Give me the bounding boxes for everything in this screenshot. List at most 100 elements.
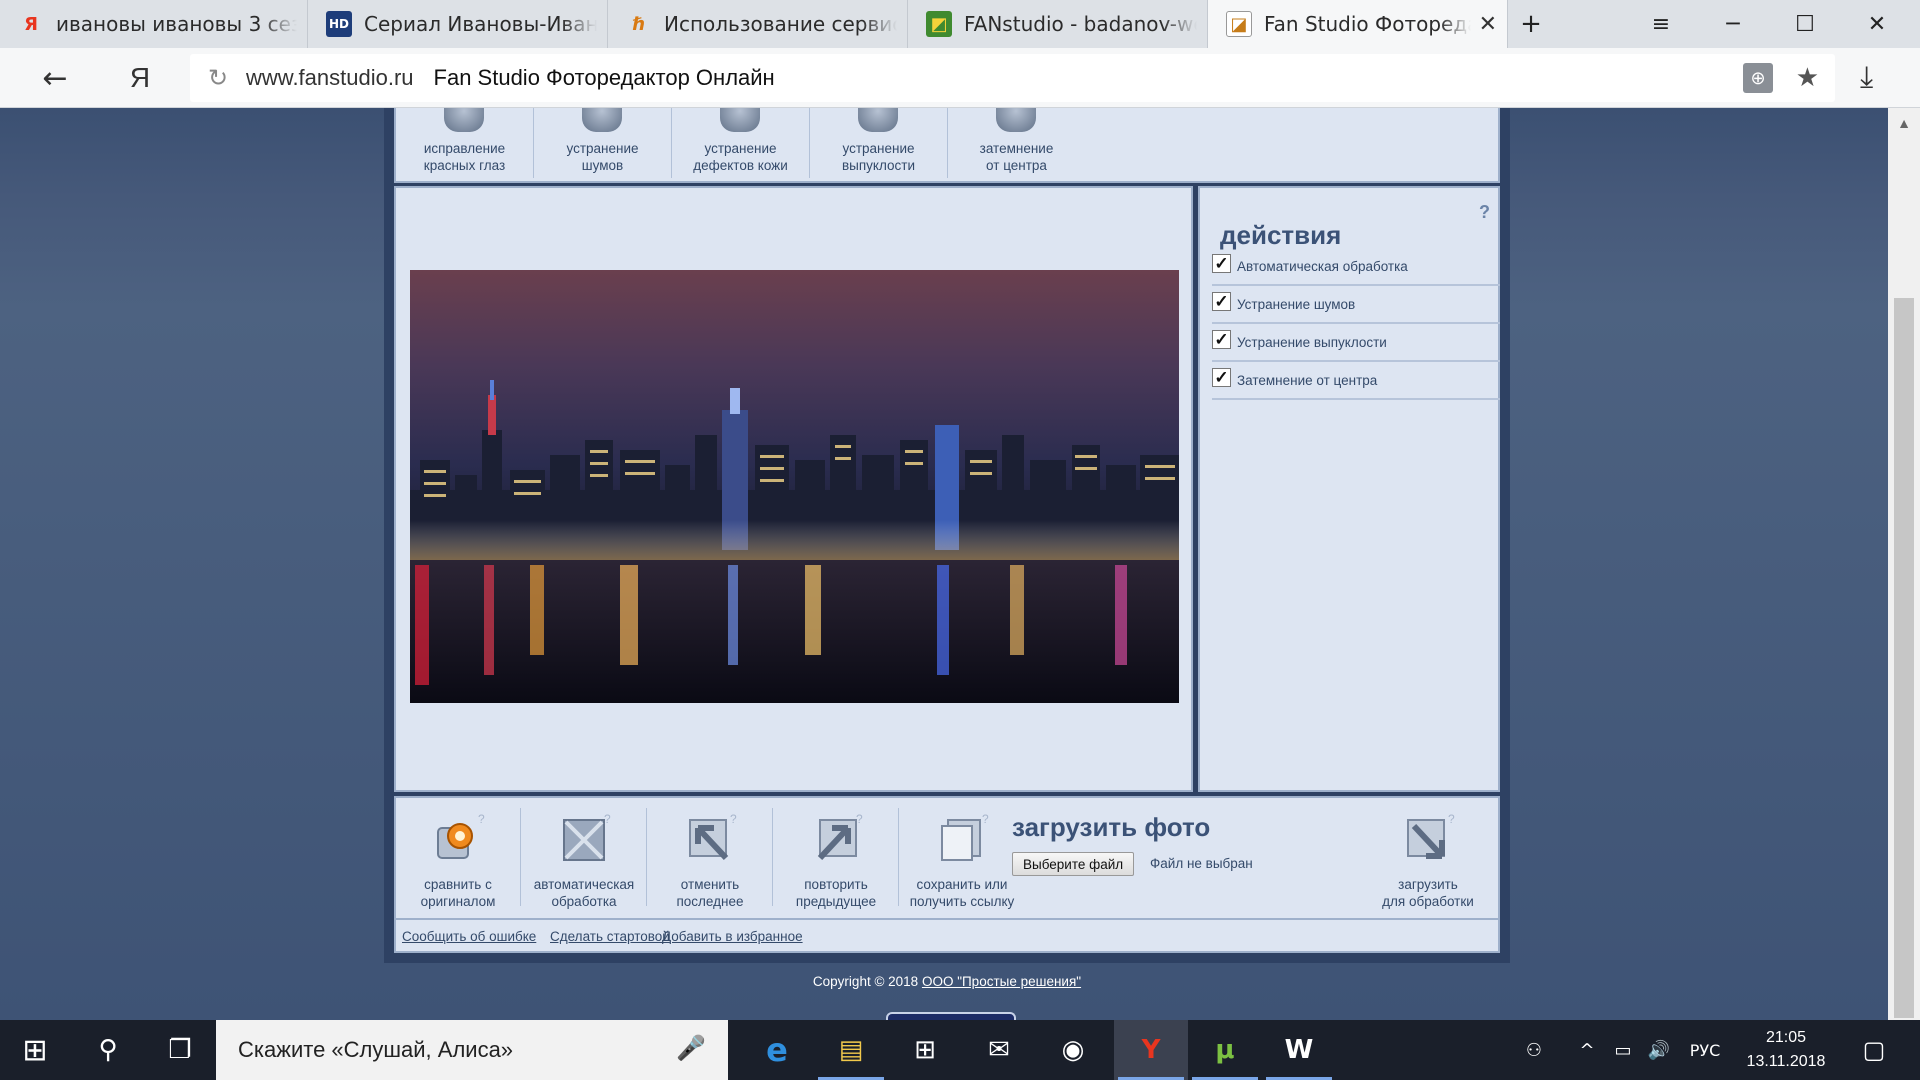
- battery-icon[interactable]: ▭: [1608, 1020, 1638, 1080]
- clock[interactable]: 21:05 13.11.2018: [1736, 1026, 1836, 1074]
- bulge-icon: [858, 108, 898, 132]
- language-indicator[interactable]: РУС: [1682, 1020, 1728, 1080]
- redo-arrow-icon: [817, 819, 857, 861]
- close-window-button[interactable]: ✕: [1842, 0, 1912, 48]
- back-arrow-icon[interactable]: ←: [30, 58, 80, 98]
- tab-fanstudio-editor[interactable]: ◪ Fan Studio Фоторедактор ✕: [1208, 0, 1508, 48]
- site-badge[interactable]: [886, 1012, 1016, 1020]
- save-or-link-button[interactable]: ? сохранить или получить ссылку: [900, 804, 1024, 919]
- alice-prompt: Скажите «Слушай, Алиса»: [238, 1037, 514, 1062]
- compare-icon: [437, 823, 473, 859]
- checkbox[interactable]: ✓: [1212, 367, 1231, 387]
- browser-menu-icon[interactable]: ≡: [1626, 0, 1696, 48]
- hd-favicon-icon: HD: [326, 11, 352, 37]
- word-icon[interactable]: W: [1262, 1020, 1336, 1080]
- tab-serial-ivanovy[interactable]: HD Сериал Ивановы-Ивановы: [308, 0, 608, 48]
- tool-label: устранение выпуклости: [841, 141, 915, 173]
- red-eye-fix-tool[interactable]: исправление красных глаз: [396, 108, 533, 180]
- tab-services-usage[interactable]: ℏ Использование сервисов w: [608, 0, 908, 48]
- help-icon[interactable]: ?: [730, 812, 737, 826]
- checkbox[interactable]: ✓: [1212, 253, 1231, 273]
- help-icon[interactable]: ?: [478, 812, 485, 826]
- bookmark-star-icon[interactable]: ★: [1796, 62, 1819, 93]
- auto-process-button[interactable]: ? автоматическая обработка: [522, 804, 646, 919]
- action-item-noise[interactable]: ✓ Устранение шумов: [1212, 286, 1500, 324]
- downloads-icon[interactable]: ⤓: [1860, 60, 1873, 95]
- clock-time: 21:05: [1765, 1029, 1807, 1046]
- task-view-icon[interactable]: ❐: [144, 1020, 216, 1080]
- tool-label: исправление красных глаз: [423, 141, 506, 173]
- edited-photo[interactable]: [410, 270, 1179, 703]
- new-tab-button[interactable]: +: [1496, 0, 1566, 48]
- yandex-browser-icon[interactable]: Y: [1114, 1020, 1188, 1080]
- tool-label: сохранить или получить ссылку: [909, 877, 1015, 909]
- action-item-bulge[interactable]: ✓ Устранение выпуклости: [1212, 324, 1500, 362]
- company-link[interactable]: ООО "Простые решения": [922, 974, 1081, 989]
- divider: [898, 808, 899, 906]
- tool-label: повторить предыдущее: [795, 877, 877, 909]
- file-status: Файл не выбран: [1150, 856, 1253, 871]
- maximize-button[interactable]: ☐: [1770, 0, 1840, 48]
- upload-for-processing-button[interactable]: ? загрузить для обработки: [1366, 804, 1490, 919]
- redo-button[interactable]: ? повторить предыдущее: [774, 804, 898, 919]
- tool-label: автоматическая обработка: [533, 877, 635, 909]
- help-icon[interactable]: ?: [1448, 812, 1455, 826]
- minimize-button[interactable]: ─: [1698, 0, 1768, 48]
- people-icon[interactable]: ⚇: [1516, 1020, 1552, 1080]
- microphone-icon[interactable]: 🎤: [676, 1034, 706, 1063]
- help-icon[interactable]: ?: [1479, 202, 1490, 223]
- set-homepage-link[interactable]: Сделать стартовой: [550, 929, 670, 944]
- filter-toolbar: исправление красных глаз устранение шумо…: [394, 108, 1500, 183]
- help-icon[interactable]: ?: [604, 812, 611, 826]
- choose-file-button[interactable]: Выберите файл: [1012, 852, 1135, 876]
- checkbox[interactable]: ✓: [1212, 329, 1231, 349]
- upload-arrow-icon: [1407, 819, 1445, 859]
- tray-chevron-icon[interactable]: ^: [1572, 1020, 1602, 1080]
- translate-icon[interactable]: ⊕: [1743, 63, 1773, 93]
- search-icon[interactable]: ⚲: [72, 1020, 144, 1080]
- tab-fanstudio-badanov[interactable]: ◩ FANstudio - badanov-web2: [908, 0, 1208, 48]
- mail-icon[interactable]: ✉: [962, 1020, 1036, 1080]
- clock-date: 13.11.2018: [1746, 1053, 1826, 1070]
- volume-icon[interactable]: 🔊: [1644, 1020, 1674, 1080]
- tab-close-icon[interactable]: ✕: [1479, 12, 1497, 37]
- help-icon[interactable]: ?: [856, 812, 863, 826]
- tool-label: отменить последнее: [676, 877, 744, 909]
- alice-search-box[interactable]: Скажите «Слушай, Алиса» 🎤: [216, 1020, 728, 1080]
- city-skyline-photo: [410, 380, 1179, 703]
- store-icon[interactable]: ⊞: [888, 1020, 962, 1080]
- scroll-up-icon[interactable]: ▲: [1888, 108, 1920, 138]
- tab-label: ивановы ивановы 3 сезон -: [56, 12, 297, 36]
- undo-button[interactable]: ? отменить последнее: [648, 804, 772, 919]
- copyright: Copyright © 2018 ООО "Простые решения": [384, 974, 1510, 989]
- action-item-vignette[interactable]: ✓ Затемнение от центра: [1212, 362, 1500, 400]
- file-explorer-icon[interactable]: ▤: [814, 1020, 888, 1080]
- edge-icon[interactable]: e: [740, 1020, 814, 1080]
- tab-ivanovy-season3[interactable]: Я ивановы ивановы 3 сезон -: [0, 0, 308, 48]
- vignette-tool[interactable]: затемнение от центра: [948, 108, 1085, 180]
- checkbox[interactable]: ✓: [1212, 291, 1231, 311]
- utorrent-icon[interactable]: μ: [1188, 1020, 1262, 1080]
- bulge-removal-tool[interactable]: устранение выпуклости: [810, 108, 947, 180]
- url-field[interactable]: ↻ www.fanstudio.ru Fan Studio Фоторедакт…: [190, 54, 1835, 102]
- camera-icon[interactable]: ◉: [1036, 1020, 1110, 1080]
- tool-label: сравнить с оригиналом: [420, 877, 496, 909]
- action-item-auto[interactable]: ✓ Автоматическая обработка: [1212, 248, 1500, 286]
- add-to-favorites-link[interactable]: Добавить в избранное: [662, 929, 803, 944]
- notifications-icon[interactable]: ▢: [1846, 1020, 1902, 1080]
- tool-label: затемнение от центра: [979, 141, 1054, 173]
- scroll-thumb[interactable]: [1894, 298, 1914, 1018]
- help-icon[interactable]: ?: [982, 812, 989, 826]
- page-scrollbar[interactable]: ▲: [1888, 108, 1920, 1020]
- fanstudio-favicon-icon: ◩: [926, 11, 952, 37]
- yandex-logo-icon[interactable]: Я: [120, 58, 160, 98]
- skin-defects-tool[interactable]: устранение дефектов кожи: [672, 108, 809, 180]
- report-error-link[interactable]: Сообщить об ошибке: [402, 929, 536, 944]
- compare-original-button[interactable]: ? сравнить с оригиналом: [396, 804, 520, 919]
- noise-removal-tool[interactable]: устранение шумов: [534, 108, 671, 180]
- reload-icon[interactable]: ↻: [198, 64, 238, 92]
- site-favicon-icon: ℏ: [632, 13, 646, 35]
- image-canvas-panel: [394, 186, 1193, 792]
- start-windows-icon[interactable]: ⊞: [0, 1020, 70, 1080]
- red-eye-icon: [444, 108, 484, 132]
